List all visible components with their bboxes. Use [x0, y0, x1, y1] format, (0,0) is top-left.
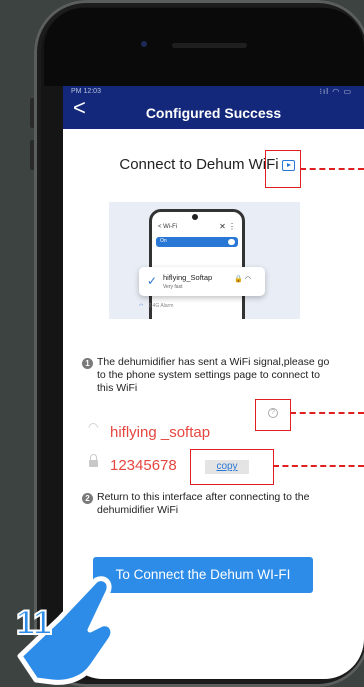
annotation-box-video — [265, 150, 301, 188]
earpiece-speaker — [172, 43, 247, 48]
app-header: PM 12:03 ⁝ıl ◠ ▭ < Configured Success — [63, 86, 364, 129]
mock-toggle-knob — [228, 239, 235, 245]
annotation-line-copy — [273, 465, 364, 467]
mock-network-card: ✓ hiflying_Softap Very fast 🔒 ◠ — [139, 267, 265, 296]
wifi-password: 12345678 — [110, 457, 177, 474]
front-camera — [141, 41, 147, 47]
annotation-box-copy — [190, 449, 274, 485]
mock-wifi-toggle-bar: On — [156, 237, 238, 247]
step-number: 11 — [16, 604, 52, 642]
mock-toggle-label: On — [160, 238, 167, 244]
annotation-box-help — [255, 399, 291, 431]
tap-hand-icon: 11 — [15, 576, 116, 685]
step-2-text: Return to this interface after connectin… — [97, 491, 310, 516]
annotation-line-video — [300, 168, 364, 170]
mock-network-name: hiflying_Softap — [163, 273, 213, 282]
lock-icon — [89, 454, 98, 467]
wifi-icon: ◠ — [88, 420, 99, 434]
check-icon: ✓ — [147, 274, 158, 288]
page-title: Configured Success — [145, 105, 282, 121]
status-time: PM 12:03 — [71, 88, 101, 95]
wifi-ssid: hiflying _softap — [110, 424, 211, 441]
step-1-badge: 1 — [82, 358, 93, 369]
lock-wifi-icons: 🔒 ◠ — [234, 276, 251, 283]
step-2-badge: 2 — [82, 493, 93, 504]
mock-close-icon: ✕ ⋮ — [219, 222, 236, 231]
wifi-settings-illustration: < Wi-Fi ✕ ⋮ On ✓ hiflying_Softap Very fa… — [109, 202, 300, 319]
status-icons: ⁝ıl ◠ ▭ — [319, 87, 352, 96]
mock-other-network-name: 2.4G Alarm — [148, 303, 174, 309]
step-1-text: The dehumidifier has sent a WiFi signal,… — [97, 356, 330, 394]
mock-network-status: Very fast — [163, 284, 183, 290]
mock-wifi-title: < Wi-Fi — [158, 224, 178, 230]
wifi-icon: ◠ — [139, 303, 144, 309]
mock-camera — [192, 214, 198, 220]
annotation-line-help — [290, 412, 364, 414]
main-content: Connect to Dehum WiFi < Wi-Fi ✕ ⋮ On ✓ h… — [63, 129, 364, 609]
mock-other-network: ◠ 2.4G Alarm — [139, 303, 239, 309]
